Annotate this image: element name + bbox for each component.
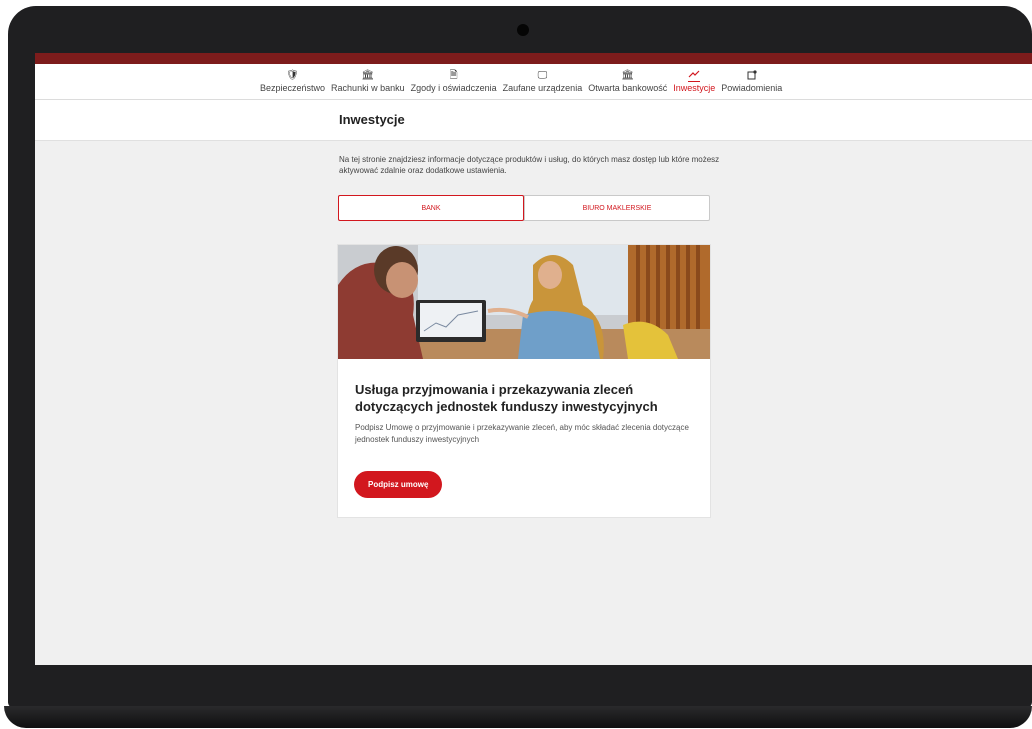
sign-agreement-button[interactable]: Podpisz umowę bbox=[354, 471, 443, 498]
nav-item-label: Otwarta bankowość bbox=[588, 83, 668, 93]
laptop-base bbox=[4, 706, 1032, 728]
card-description: Podpisz Umowę o przyjmowanie i przekazyw… bbox=[355, 423, 689, 444]
tab-biuro-maklerskie[interactable]: BIURO MAKLERSKIE bbox=[524, 196, 709, 220]
chart-icon bbox=[688, 69, 701, 82]
settings-nav: 🛡︎ Bezpieczeństwo 🏛︎ Rachunki w banku 🗎︎… bbox=[35, 64, 1032, 100]
nav-item-label: Bezpieczeństwo bbox=[260, 83, 326, 93]
notification-icon-svg bbox=[747, 70, 757, 80]
document-icon: 🗎︎ bbox=[449, 70, 458, 81]
monitor-icon: 🖵︎ bbox=[537, 70, 548, 81]
intro-text: Na tej stronie znajdziesz informacje dot… bbox=[339, 155, 720, 175]
service-tabs: BANK BIURO MAKLERSKIE bbox=[338, 195, 710, 221]
nav-item-powiadomienia[interactable]: Powiadomienia bbox=[721, 70, 782, 99]
chart-icon-svg bbox=[688, 70, 700, 78]
card-title: Usługa przyjmowania i przekazywania zlec… bbox=[355, 382, 658, 414]
screen: 🛡︎ Bezpieczeństwo 🏛︎ Rachunki w banku 🗎︎… bbox=[35, 53, 1032, 665]
nav-item-label: Powiadomienia bbox=[721, 83, 783, 93]
nav-item-rachunki[interactable]: 🏛︎ Rachunki w banku bbox=[331, 70, 405, 99]
card-photo bbox=[338, 245, 710, 359]
tab-bank[interactable]: BANK bbox=[338, 195, 524, 221]
notification-icon bbox=[747, 70, 757, 82]
nav-item-label: Zgody i oświadczenia bbox=[410, 83, 497, 93]
nav-item-inwestycje[interactable]: Inwestycje bbox=[673, 69, 715, 99]
nav-item-label: Inwestycje bbox=[673, 83, 716, 93]
bank-icon: 🏛︎ bbox=[621, 70, 635, 81]
camera-icon bbox=[517, 24, 529, 36]
nav-item-zgody[interactable]: 🗎︎ Zgody i oświadczenia bbox=[411, 70, 497, 99]
shield-icon: 🛡︎ bbox=[286, 70, 299, 81]
top-bar bbox=[35, 53, 1032, 64]
nav-item-label: Zaufane urządzenia bbox=[502, 83, 583, 93]
title-band: Inwestycje bbox=[35, 100, 1032, 141]
nav-item-label: Rachunki w banku bbox=[331, 83, 405, 93]
nav-item-zaufane-urzadzenia[interactable]: 🖵︎ Zaufane urządzenia bbox=[503, 70, 583, 99]
nav-item-bezpieczenstwo[interactable]: 🛡︎ Bezpieczeństwo bbox=[260, 70, 325, 99]
service-card: Usługa przyjmowania i przekazywania zlec… bbox=[338, 245, 710, 517]
nav-item-otwarta-bankowosc[interactable]: 🏛︎ Otwarta bankowość bbox=[588, 70, 667, 99]
bank-icon: 🏛︎ bbox=[361, 70, 375, 81]
page-title: Inwestycje bbox=[339, 112, 405, 127]
